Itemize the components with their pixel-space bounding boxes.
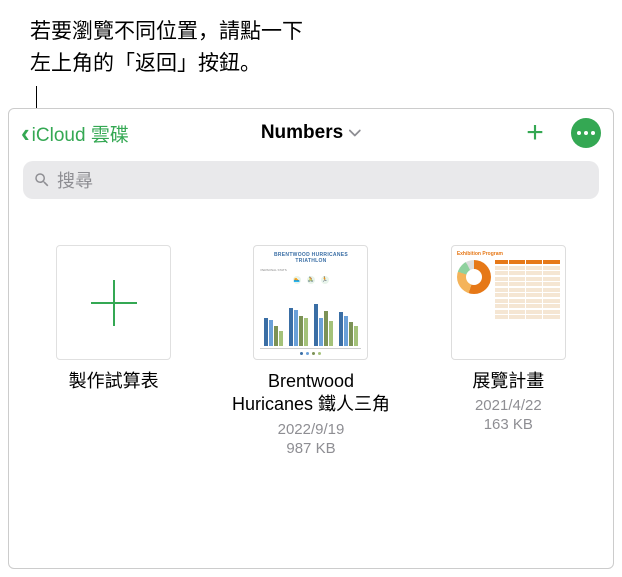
- search-input[interactable]: 搜尋: [23, 161, 599, 199]
- table-preview: Exhibition Program: [452, 246, 565, 359]
- item-date: 2022/9/19: [278, 421, 345, 438]
- search-icon: [33, 171, 51, 189]
- chart-preview: BRENTWOOD HURRICANES TRIATHLON PERSONAL …: [254, 246, 367, 359]
- plus-icon: +: [526, 116, 544, 150]
- chevron-left-icon: ‹: [21, 120, 30, 146]
- file-grid: 製作試算表 BRENTWOOD HURRICANES TRIATHLON PER…: [9, 205, 613, 477]
- callout-annotation: 若要瀏覽不同位置，請點一下 左上角的「返回」按鈕。: [30, 16, 303, 79]
- app-window: ‹ iCloud 雲碟 Numbers + 搜尋: [8, 108, 614, 569]
- search-placeholder: 搜尋: [57, 167, 93, 193]
- file-thumbnail: BRENTWOOD HURRICANES TRIATHLON PERSONAL …: [253, 245, 368, 360]
- annotation-line1: 若要瀏覽不同位置，請點一下: [30, 20, 303, 43]
- create-spreadsheet-item[interactable]: 製作試算表: [29, 245, 198, 395]
- add-button[interactable]: +: [521, 119, 549, 147]
- back-label: iCloud 雲碟: [32, 120, 129, 147]
- plus-icon: [91, 280, 137, 326]
- item-date: 2021/4/22: [475, 397, 542, 414]
- folder-title-button[interactable]: Numbers: [261, 122, 361, 144]
- nav-actions: +: [521, 118, 601, 148]
- item-label: 製作試算表: [69, 370, 159, 393]
- item-label: 展覽計畫: [472, 370, 544, 393]
- file-item-exhibition[interactable]: Exhibition Program: [424, 245, 593, 433]
- chevron-down-icon: [349, 126, 361, 140]
- create-thumbnail: [56, 245, 171, 360]
- navigation-bar: ‹ iCloud 雲碟 Numbers +: [9, 109, 613, 157]
- folder-title: Numbers: [261, 122, 343, 144]
- file-thumbnail: Exhibition Program: [451, 245, 566, 360]
- item-size: 987 KB: [286, 440, 335, 457]
- more-button[interactable]: [571, 118, 601, 148]
- item-label: Brentwood Huricanes 鐵人三角: [226, 370, 395, 417]
- file-item-brentwood[interactable]: BRENTWOOD HURRICANES TRIATHLON PERSONAL …: [226, 245, 395, 457]
- annotation-line2: 左上角的「返回」按鈕。: [30, 52, 261, 75]
- donut-icon: [457, 260, 491, 294]
- ellipsis-icon: [577, 131, 581, 135]
- item-size: 163 KB: [484, 416, 533, 433]
- back-button[interactable]: ‹ iCloud 雲碟: [21, 120, 129, 147]
